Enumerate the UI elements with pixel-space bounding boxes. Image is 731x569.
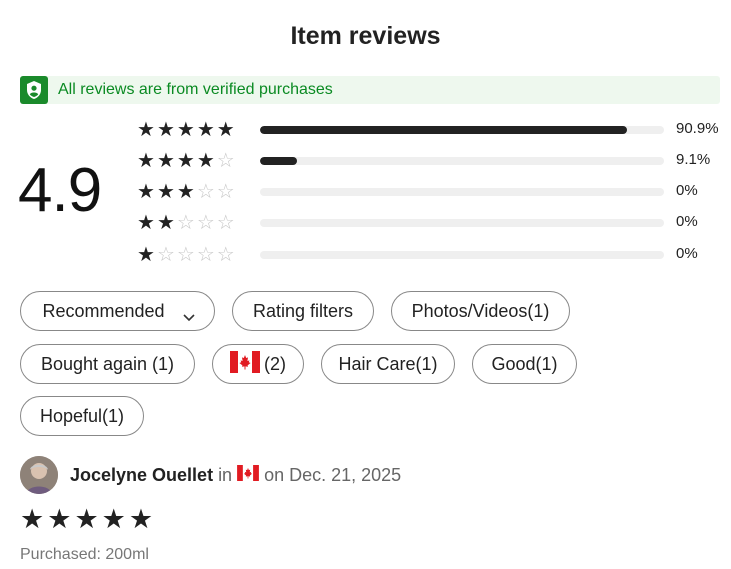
average-rating: 4.9 [18,156,102,225]
stars-5: ★ ★ ★ ★ ★ [137,119,235,141]
star-icon: ★ [74,504,99,534]
rating-bar-5 [260,126,664,134]
canada-flag-icon [237,465,259,486]
stars-1: ★ ☆ ☆ ☆ ☆ [137,244,235,266]
hair-care-label: Hair Care(1) [338,353,438,374]
country-chip[interactable]: (2) [212,344,304,384]
rating-percent-1: 0% [676,245,698,262]
sort-label: Recommended [42,300,165,321]
reviewer-line: Jocelyne Ouellet in on Dec. 21, 2025 [70,465,401,486]
rating-row-2[interactable]: ★ ★ ☆ ☆ ☆ 0% [137,211,717,235]
verified-banner: All reviews are from verified purchases [20,76,720,104]
shield-user-icon [20,76,48,104]
good-label: Good(1) [491,353,558,374]
rating-row-4[interactable]: ★ ★ ★ ★ ☆ 9.1% [137,149,717,173]
bought-again-label: Bought again (1) [40,353,175,374]
good-chip[interactable]: Good(1) [472,344,577,384]
star-icon: ★ [101,504,126,534]
rating-percent-2: 0% [676,213,698,230]
hopeful-chip[interactable]: Hopeful(1) [20,396,144,436]
star-icon: ★ [128,504,154,534]
rating-percent-4: 9.1% [676,151,711,168]
purchased-variant: Purchased: 200ml [20,546,149,563]
rating-bar-fill-4 [260,157,297,165]
stars-4: ★ ★ ★ ★ ☆ [137,150,235,172]
avatar[interactable] [20,456,58,494]
rating-bar-3 [260,188,664,196]
verified-text: All reviews are from verified purchases [58,81,333,98]
rating-bar-1 [260,251,664,259]
star-icon: ★ [47,504,72,534]
bought-again-chip[interactable]: Bought again (1) [20,344,195,384]
rating-percent-5: 90.9% [676,120,719,137]
photos-videos-chip[interactable]: Photos/Videos(1) [391,291,570,331]
rating-row-1[interactable]: ★ ☆ ☆ ☆ ☆ 0% [137,243,717,267]
country-count: (2) [264,353,286,374]
rating-filters-label: Rating filters [252,300,354,321]
canada-flag-icon [230,350,260,378]
reviewer-in: in [218,465,233,485]
page-title: Item reviews [290,22,441,50]
rating-bar-2 [260,219,664,227]
rating-bar-4 [260,157,664,165]
hopeful-label: Hopeful(1) [39,405,125,426]
review-rating-stars: ★ ★ ★ ★ ★ [20,505,153,533]
rating-percent-3: 0% [676,182,698,199]
photos-videos-label: Photos/Videos(1) [411,300,550,321]
chevron-down-icon [182,306,195,322]
reviewer-name[interactable]: Jocelyne Ouellet [70,465,213,486]
rating-filters-button[interactable]: Rating filters [232,291,374,331]
star-icon: ★ [20,504,45,534]
stars-3: ★ ★ ★ ☆ ☆ [137,181,235,203]
stars-2: ★ ★ ☆ ☆ ☆ [137,212,235,234]
rating-bar-fill-5 [260,126,628,134]
sort-dropdown[interactable]: Recommended [20,291,215,331]
rating-row-3[interactable]: ★ ★ ★ ☆ ☆ 0% [137,180,717,204]
hair-care-chip[interactable]: Hair Care(1) [321,344,455,384]
rating-row-5[interactable]: ★ ★ ★ ★ ★ 90.9% [137,118,719,142]
review-date: on Dec. 21, 2025 [264,465,402,485]
